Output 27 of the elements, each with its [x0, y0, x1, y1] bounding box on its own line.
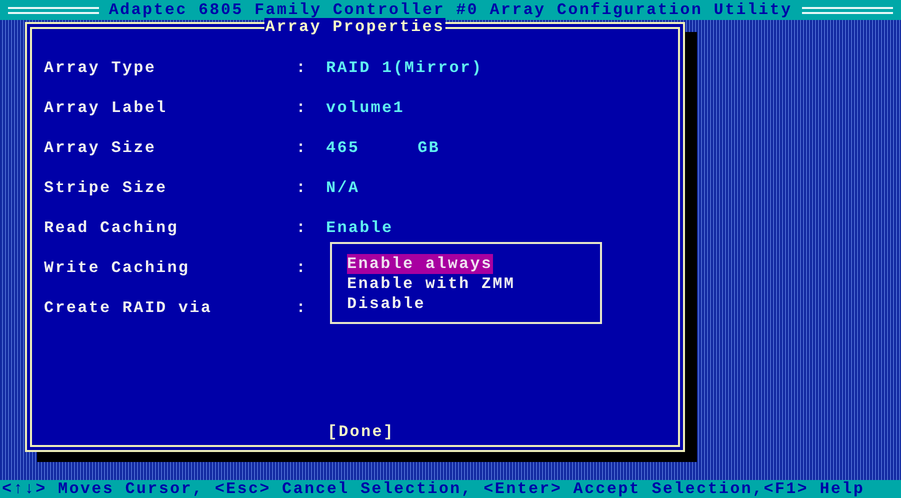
field-value[interactable]: Enable: [326, 219, 394, 237]
colon: :: [296, 179, 308, 197]
menu-option[interactable]: Disable: [347, 294, 426, 314]
field-label: Array Type: [44, 59, 158, 77]
colon: :: [296, 59, 308, 77]
field-value[interactable]: 465: [326, 139, 360, 157]
field-value[interactable]: N/A: [326, 179, 360, 197]
field-label: Create RAID via: [44, 299, 214, 317]
field-value[interactable]: volume1: [326, 99, 404, 117]
field-value[interactable]: RAID 1(Mirror): [326, 59, 483, 77]
panel-title: Array Properties: [264, 18, 446, 36]
field-label: Stripe Size: [44, 179, 168, 197]
field-label: Write Caching: [44, 259, 191, 277]
colon: :: [296, 219, 308, 237]
field-label: Array Label: [44, 99, 168, 117]
colon: :: [296, 139, 308, 157]
colon: :: [296, 299, 308, 317]
window-title: Adaptec 6805 Family Controller #0 Array Configuration Utility: [108, 1, 792, 19]
field-label: Array Size: [44, 139, 158, 157]
unit-label: GB: [418, 139, 440, 157]
colon: :: [296, 99, 308, 117]
done-button[interactable]: [Done]: [327, 423, 395, 441]
colon: :: [296, 259, 308, 277]
menu-option[interactable]: Enable with ZMM: [347, 274, 516, 294]
status-bar: <↑↓> Moves Cursor, <Esc> Cancel Selection, <Enter> Accept Selection,<F1> Help: [0, 480, 901, 498]
field-label: Read Caching: [44, 219, 180, 237]
menu-option[interactable]: Enable always: [347, 254, 493, 274]
